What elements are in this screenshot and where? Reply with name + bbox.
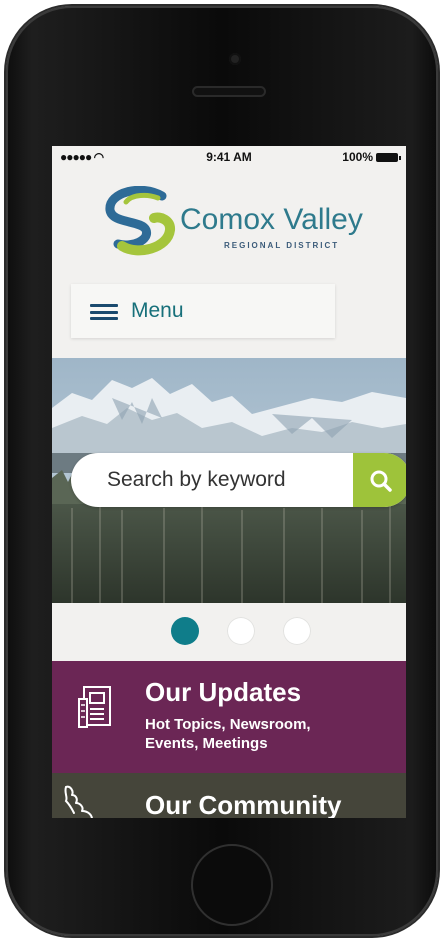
updates-subtitle-line-2: Events, Meetings <box>145 735 268 752</box>
logo-subtitle: REGIONAL DISTRICT <box>224 241 340 250</box>
search-input[interactable] <box>71 453 353 507</box>
carousel-dot-1[interactable] <box>171 617 199 645</box>
updates-title: Our Updates <box>145 677 302 707</box>
home-button[interactable] <box>191 844 273 926</box>
phone-screen: ●●●●● ◠ 9:41 AM 100% Comox Valley REGION… <box>52 146 406 818</box>
site-logo[interactable]: Comox Valley REGIONAL DISTRICT <box>102 186 382 256</box>
newspaper-icon <box>78 686 111 728</box>
menu-button[interactable]: Menu <box>71 284 335 338</box>
battery-icon <box>376 152 401 162</box>
battery-percent: 100% <box>342 150 373 164</box>
carousel-dot-2[interactable] <box>227 617 255 645</box>
logo-title: Comox Valley <box>180 203 363 236</box>
front-camera <box>229 53 241 65</box>
island-map-icon <box>64 785 93 818</box>
status-bar: ●●●●● ◠ 9:41 AM 100% <box>52 146 406 168</box>
updates-subtitle-line-1: Hot Topics, Newsroom, <box>145 716 311 733</box>
search-bar <box>71 453 406 507</box>
earpiece-speaker <box>192 86 266 97</box>
stage: ●●●●● ◠ 9:41 AM 100% Comox Valley REGION… <box>0 0 446 943</box>
carousel-indicators <box>52 603 406 661</box>
s-swoosh-logo-icon <box>105 186 175 256</box>
hero-banner <box>52 358 406 603</box>
community-title: Our Community <box>145 790 342 818</box>
our-updates-section[interactable]: Our Updates Hot Topics, Newsroom, Events… <box>52 661 406 773</box>
carousel-dot-3[interactable] <box>283 617 311 645</box>
phone-frame: ●●●●● ◠ 9:41 AM 100% Comox Valley REGION… <box>6 6 438 936</box>
hamburger-icon <box>90 304 118 320</box>
search-button[interactable] <box>353 453 406 507</box>
updates-subtitle: Hot Topics, Newsroom, Events, Meetings <box>145 715 311 753</box>
battery-indicator: 100% <box>342 150 401 164</box>
search-icon <box>370 470 392 492</box>
menu-label: Menu <box>131 299 184 322</box>
our-community-section[interactable]: Our Community <box>52 773 406 818</box>
